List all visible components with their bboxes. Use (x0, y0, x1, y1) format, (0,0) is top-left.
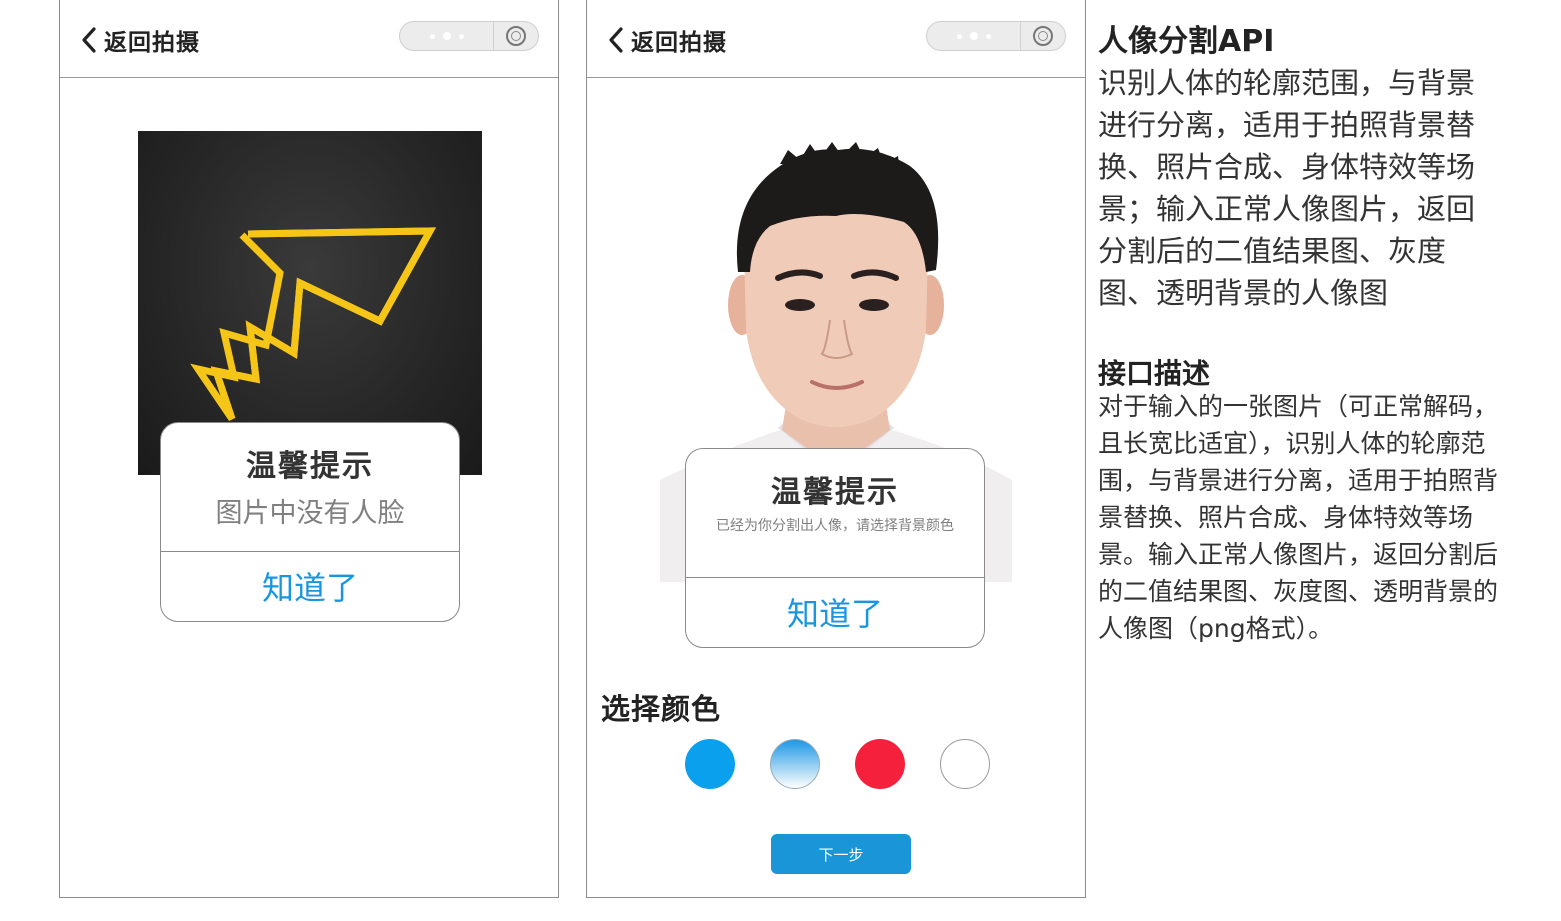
chevron-left-icon (82, 27, 96, 53)
dialog-message: 图片中没有人脸 (215, 498, 405, 529)
interface-description-body: 对于输入的一张图片（可正常解码，且长宽比适宜），识别人体的轮廓范围，与背景进行分… (1098, 392, 1499, 643)
dialog-confirm-button[interactable]: 知道了 (161, 550, 459, 621)
navigation-bar: 返回拍摄 (60, 0, 558, 78)
dialog-confirm-button[interactable]: 知道了 (686, 576, 984, 647)
phone-screen-no-face: 返回拍摄 温馨提示 图片中没有人脸 知道了 (59, 0, 559, 898)
mini-program-capsule (926, 21, 1066, 51)
close-mini-program-button[interactable] (494, 22, 538, 50)
color-swatch-red[interactable] (855, 739, 905, 789)
interface-description-heading: 接口描述 (1098, 357, 1211, 390)
dialog-title: 温馨提示 (771, 475, 899, 510)
select-color-label: 选择颜色 (601, 692, 722, 726)
color-swatch-white[interactable] (940, 739, 990, 789)
back-button[interactable]: 返回拍摄 (80, 24, 200, 56)
color-swatch-gradient-blue[interactable] (770, 739, 820, 789)
dialog-message: 已经为你分割出人像，请选择背景颜色 (716, 518, 954, 534)
target-circle-icon (506, 26, 526, 46)
api-title: 人像分割API (1098, 24, 1275, 59)
next-step-button[interactable]: 下一步 (771, 834, 911, 874)
dot-icon (458, 33, 464, 39)
phone-screen-segmented: 返回拍摄 温馨提示 已经为你分割出人像，请选择背景颜色 知道了 选择颜色 下一步 (586, 0, 1086, 898)
color-swatch-blue[interactable] (685, 739, 735, 789)
tip-dialog: 温馨提示 图片中没有人脸 知道了 (160, 422, 460, 622)
back-label: 返回拍摄 (631, 30, 727, 56)
tip-dialog: 温馨提示 已经为你分割出人像，请选择背景颜色 知道了 (685, 448, 985, 648)
dot-icon (969, 32, 978, 40)
target-circle-icon (1033, 26, 1053, 46)
api-description-panel: 人像分割API 识别人体的轮廓范围，与背景进行分离，适用于拍照背景替换、照片合成… (1098, 22, 1498, 647)
navigation-bar: 返回拍摄 (587, 0, 1085, 78)
dot-icon (442, 32, 451, 40)
dot-icon (956, 33, 962, 39)
api-summary: 识别人体的轮廓范围，与背景进行分离，适用于拍照背景替换、照片合成、身体特效等场景… (1098, 66, 1476, 310)
mini-program-capsule (399, 21, 539, 51)
more-menu-button[interactable] (400, 22, 494, 50)
more-menu-button[interactable] (927, 22, 1021, 50)
dot-icon (429, 33, 435, 39)
dialog-title: 温馨提示 (246, 449, 374, 484)
back-label: 返回拍摄 (104, 30, 200, 56)
dot-icon (985, 33, 991, 39)
close-mini-program-button[interactable] (1021, 22, 1065, 50)
back-button[interactable]: 返回拍摄 (607, 24, 727, 56)
chevron-left-icon (609, 27, 623, 53)
